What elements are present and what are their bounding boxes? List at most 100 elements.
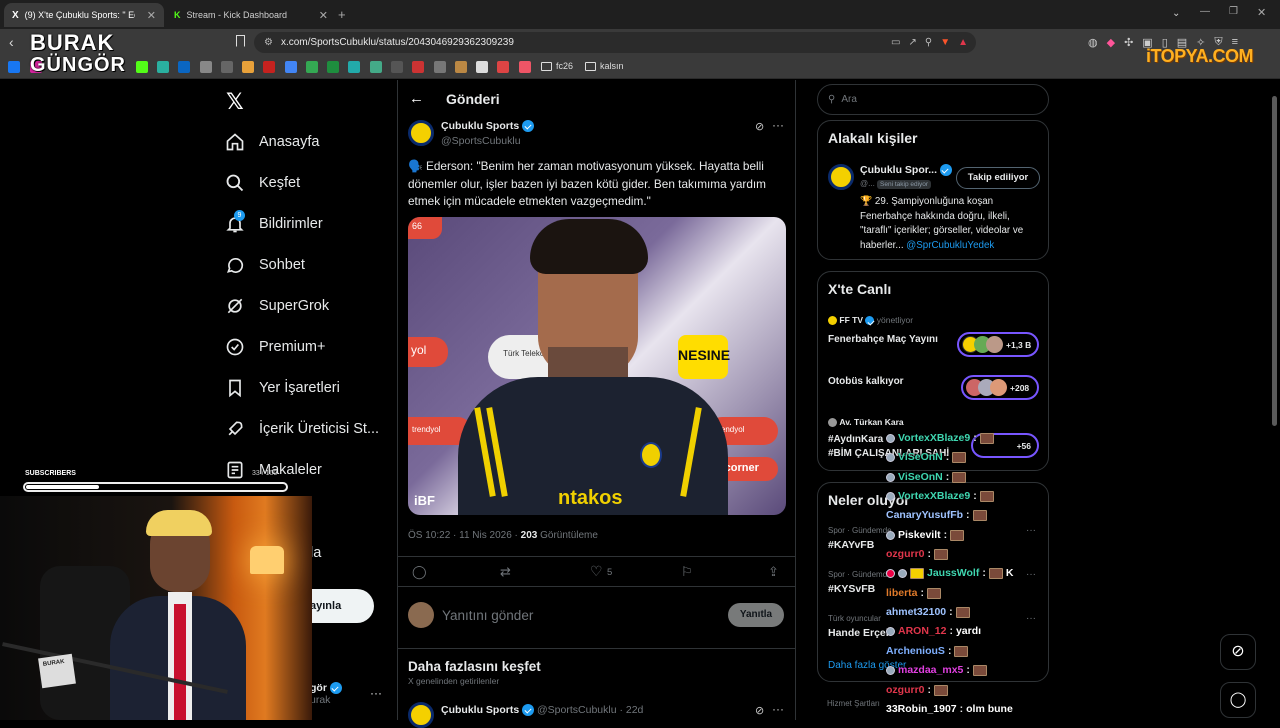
live-space-title[interactable]: #AydınKara <box>828 434 883 445</box>
search-box[interactable]: ⚲ Ara <box>817 84 1049 115</box>
live-space-title[interactable]: Fenerbahçe Maç Yayını <box>828 334 938 345</box>
live-space-listeners[interactable]: +1,3 B <box>957 332 1039 357</box>
author-name[interactable]: Çubuklu Sports <box>441 120 519 132</box>
bookmark-icon[interactable] <box>497 61 509 73</box>
more-options-icon[interactable]: ··· <box>1026 525 1036 536</box>
sidebar-item-home[interactable]: Anasayfa <box>225 132 319 152</box>
trend-tag[interactable]: Hande Erçel <box>828 627 889 639</box>
bookmark-icon <box>229 379 241 398</box>
author-name[interactable]: Çubuklu Sports <box>441 704 519 716</box>
vivaldi-bookmark-icon[interactable] <box>412 61 424 73</box>
bookmark-icon[interactable] <box>434 61 446 73</box>
close-tab-icon[interactable]: ✕ <box>319 9 328 22</box>
author-handle[interactable]: @SportsCubuklu <box>441 135 521 147</box>
bookmark-icon[interactable] <box>519 61 531 73</box>
bookmark-icon[interactable]: ⚐ <box>681 564 693 580</box>
bookmark-icon[interactable] <box>455 61 467 73</box>
post-image[interactable]: 66 yol Türk Telekom NESINE trendyol zeco… <box>408 217 786 515</box>
brave-shield-icon[interactable]: ▼ <box>940 37 950 48</box>
facebook-bookmark-icon[interactable] <box>8 61 20 73</box>
sidebar-item-chat[interactable]: Sohbet <box>225 255 305 275</box>
bookmark-icon[interactable] <box>476 61 488 73</box>
kick-bookmark-icon[interactable] <box>136 61 148 73</box>
live-host-name[interactable]: FF TV <box>839 315 863 325</box>
live-space-title[interactable]: Otobüs kalkıyor <box>828 376 904 387</box>
more-options-icon[interactable]: ··· <box>370 686 382 700</box>
more-options-icon[interactable]: ··· <box>772 118 784 132</box>
account-switcher[interactable]: gör urak ··· <box>310 682 390 706</box>
bookmark-icon[interactable] <box>200 61 212 73</box>
messages-floating-button[interactable]: ◯ <box>1220 682 1256 718</box>
related-bio-link[interactable]: @SprCubukluYedek <box>906 240 994 251</box>
related-name[interactable]: Çubuklu Spor... <box>860 164 937 176</box>
close-window-icon[interactable]: ✕ <box>1257 6 1266 19</box>
cast-icon[interactable]: ▭ <box>891 37 900 48</box>
maximize-icon[interactable]: ❐ <box>1229 6 1238 17</box>
more-options-icon[interactable]: ··· <box>772 702 784 716</box>
puzzle-icon[interactable]: ✣ <box>1124 36 1133 49</box>
tab-kick-dashboard[interactable]: K Stream - Kick Dashboard ✕ <box>166 3 336 27</box>
back-arrow-icon[interactable]: ← <box>409 90 424 107</box>
scrollbar[interactable] <box>1272 96 1277 426</box>
more-options-icon[interactable]: ··· <box>1026 613 1036 624</box>
sheets-bookmark-icon[interactable] <box>327 61 339 73</box>
brave-rewards-icon[interactable]: ▲ <box>958 37 968 48</box>
bookmark-icon[interactable] <box>370 61 382 73</box>
bookmark-icon[interactable] <box>348 61 360 73</box>
grok-floating-button[interactable]: ⊘ <box>1220 634 1256 670</box>
chat-user: CanaryYusufFb <box>886 509 964 521</box>
trend-tag[interactable]: #KYSvFB <box>828 583 875 595</box>
back-arrow-icon[interactable]: ‹ <box>9 34 14 50</box>
trend-tag[interactable]: #KAYvFB <box>828 539 874 551</box>
avatar[interactable] <box>408 702 434 728</box>
new-tab-icon[interactable]: + <box>338 7 346 22</box>
author-handle[interactable]: @SportsCubuklu · 22d <box>537 704 643 716</box>
share-icon[interactable]: ⇪ <box>768 564 779 580</box>
following-button[interactable]: Takip ediliyor <box>956 167 1040 189</box>
gmail-bookmark-icon[interactable] <box>263 61 275 73</box>
grok-icon[interactable]: ⊘ <box>755 120 764 133</box>
more-options-icon[interactable]: ··· <box>1026 569 1036 580</box>
reply-button[interactable]: Yanıtla <box>728 603 784 627</box>
bookmark-page-icon[interactable] <box>236 35 245 47</box>
live-space-listeners[interactable]: +208 <box>961 375 1039 400</box>
sidebar-item-explore[interactable]: Keşfet <box>225 173 300 193</box>
tab-x-post[interactable]: X (9) X'te Çubuklu Sports: " Ed ✕ <box>4 3 164 27</box>
minimize-icon[interactable]: — <box>1200 6 1210 17</box>
sidebar-item-creator-studio[interactable]: İçerik Üreticisi St... <box>225 419 379 439</box>
grok-icon[interactable]: ⊘ <box>755 704 764 717</box>
like-icon[interactable]: ♡ <box>590 563 603 580</box>
live-host-name[interactable]: Av. Türkan Kara <box>839 417 903 427</box>
avatar[interactable] <box>408 120 434 146</box>
bookmark-icon[interactable] <box>157 61 169 73</box>
x-logo-icon[interactable]: 𝕏 <box>226 89 244 115</box>
emote-icon <box>972 664 987 676</box>
bookmark-icon[interactable] <box>221 61 233 73</box>
repost-icon[interactable]: ⇄ <box>500 564 511 580</box>
close-tab-icon[interactable]: ✕ <box>147 9 156 22</box>
reply-icon[interactable]: ◯ <box>412 564 427 580</box>
avatar[interactable] <box>828 164 854 190</box>
docs-bookmark-icon[interactable] <box>285 61 297 73</box>
sidebar-item-bookmarks[interactable]: Yer İşaretleri <box>225 378 340 398</box>
linkedin-bookmark-icon[interactable] <box>178 61 190 73</box>
drive-bookmark-icon[interactable] <box>306 61 318 73</box>
extension-icon[interactable]: ◆ <box>1107 36 1115 49</box>
reply-input[interactable]: Yanıtını gönder <box>442 608 533 623</box>
sidebar-item-premium[interactable]: Premium+ <box>225 337 325 357</box>
post-text: 🗣️ Ederson: "Benim her zaman motivasyonu… <box>408 159 767 208</box>
bookmark-icon[interactable] <box>242 61 254 73</box>
extension-icon[interactable]: ◍ <box>1088 36 1098 49</box>
url-field[interactable]: ⚙ x.com/SportsCubuklu/status/20430469293… <box>254 32 976 53</box>
bookmark-folder-kalsin[interactable]: kalsın <box>585 61 624 71</box>
share-icon[interactable]: ↗ <box>908 37 916 48</box>
chat-user: ViSeOnN <box>898 451 943 463</box>
footer-link[interactable]: Hizmet Şartları <box>827 699 880 708</box>
sidebar-item-supergrok[interactable]: SuperGrok <box>225 296 329 316</box>
tab-list-chevron-icon[interactable]: ⌄ <box>1172 8 1180 19</box>
webcam-feed: BURAK <box>0 496 312 720</box>
sidebar-item-notifications[interactable]: 9 Bildirimler <box>225 210 323 234</box>
reader-icon[interactable]: ⚲ <box>925 37 932 48</box>
bookmark-folder-fc26[interactable]: fc26 <box>541 61 573 71</box>
bookmark-icon[interactable] <box>391 61 403 73</box>
